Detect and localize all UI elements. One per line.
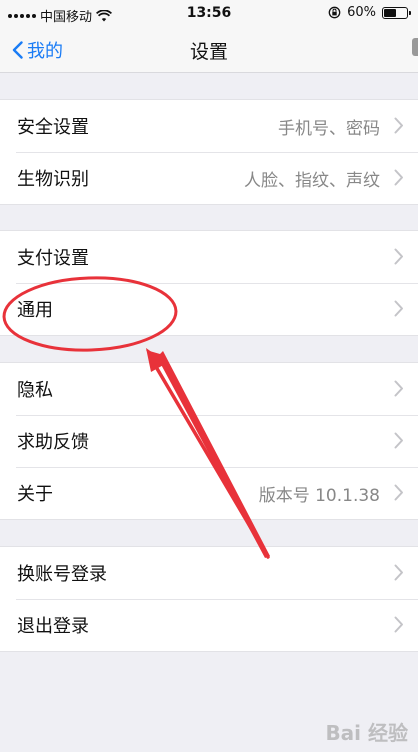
orientation-lock-icon <box>328 6 341 19</box>
chevron-right-icon <box>394 432 403 449</box>
settings-group-info: 隐私 求助反馈 关于 版本号 10.1.38 <box>0 362 418 520</box>
page-title: 设置 <box>189 41 228 63</box>
row-general[interactable]: 通用 <box>0 283 418 335</box>
chevron-right-icon <box>394 169 403 186</box>
battery-icon <box>382 6 411 19</box>
row-switch-account[interactable]: 换账号登录 <box>0 547 418 599</box>
chevron-right-icon <box>394 117 403 134</box>
row-about[interactable]: 关于 版本号 10.1.38 <box>0 467 418 519</box>
row-value: 人脸、指纹、声纹 <box>244 170 380 191</box>
row-security-settings[interactable]: 安全设置 手机号、密码 <box>0 100 418 152</box>
battery-level <box>384 8 396 17</box>
row-label: 关于 <box>17 484 53 505</box>
row-label: 求助反馈 <box>17 432 89 453</box>
row-privacy[interactable]: 隐私 <box>0 363 418 415</box>
row-biometrics[interactable]: 生物识别 人脸、指纹、声纹 <box>0 152 418 204</box>
settings-group-login: 换账号登录 退出登录 <box>0 546 418 652</box>
row-label: 换账号登录 <box>17 564 107 585</box>
settings-group-payment: 支付设置 通用 <box>0 230 418 336</box>
row-help-feedback[interactable]: 求助反馈 <box>0 415 418 467</box>
row-logout[interactable]: 退出登录 <box>0 599 418 651</box>
chevron-right-icon <box>394 300 403 317</box>
row-value: 版本号 10.1.38 <box>258 485 380 506</box>
chevron-right-icon <box>394 616 403 633</box>
edge-handle <box>412 38 418 56</box>
status-bar: 中国移动 13:56 60% <box>0 0 418 28</box>
row-label: 隐私 <box>17 380 53 401</box>
chevron-right-icon <box>394 564 403 581</box>
row-label: 通用 <box>17 300 53 321</box>
row-label: 生物识别 <box>17 169 89 190</box>
chevron-right-icon <box>394 248 403 265</box>
settings-group-account: 安全设置 手机号、密码 生物识别 人脸、指纹、声纹 <box>0 99 418 205</box>
battery-percent: 60% <box>347 5 376 20</box>
row-value: 手机号、密码 <box>278 118 380 139</box>
row-label: 安全设置 <box>17 117 89 138</box>
chevron-right-icon <box>394 380 403 397</box>
row-label: 支付设置 <box>17 248 89 269</box>
nav-bar: 我的 设置 <box>0 28 418 73</box>
row-payment-settings[interactable]: 支付设置 <box>0 231 418 283</box>
watermark-logo: Bai 经验 <box>325 721 408 745</box>
row-label: 退出登录 <box>17 616 89 637</box>
chevron-right-icon <box>394 484 403 501</box>
status-right: 60% <box>328 5 411 20</box>
